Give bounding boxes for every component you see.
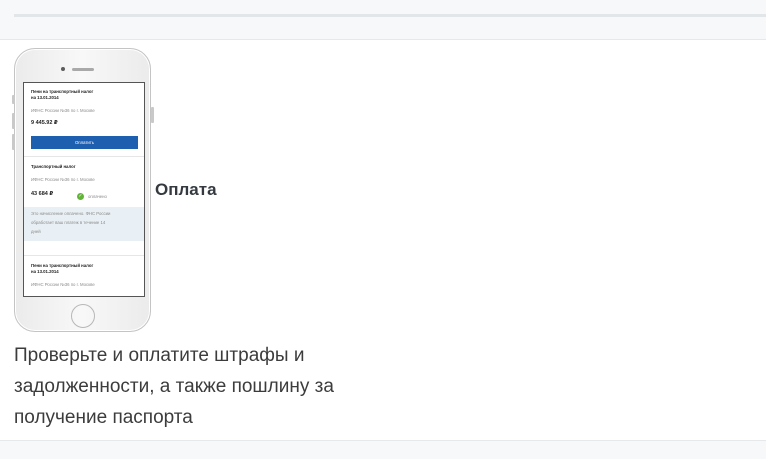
check-icon: ✓ [77,193,84,200]
top-section [0,0,766,40]
info-box: Это начисление оплачено. ФНС России обра… [24,207,144,241]
card3-title-line1: Пени на транспортный налог [31,263,94,268]
phone-volume-down [12,134,15,150]
top-divider-bar [14,14,766,17]
phone-speaker [72,68,94,71]
phone-mute-switch [12,95,15,104]
pay-button: Оплатить [31,136,138,149]
card1-amount: 9 445.92 ₽ [31,120,58,126]
phone-illustration: Пени на транспортный налог на 13.01.2014… [12,48,154,332]
bottom-section [0,440,766,459]
card2-title: Транспортный налог [31,164,76,169]
note-line3: дней [31,229,41,234]
card2-org: ИФНС России №36 по г. Москве [31,177,95,182]
card1-org: ИФНС России №36 по г. Москве [31,108,95,113]
card3-title-line2: на 13.01.2014 [31,269,59,274]
card1-title-line2: на 13.01.2014 [31,95,59,100]
note-line2: обработает ваш платеж в течение 14 [31,220,106,225]
feature-title: Оплата [155,180,217,199]
feature-description: Проверьте и оплатите штрафы и задолженно… [14,345,334,428]
section-border [0,39,766,40]
card2-status: оплачено [88,194,107,199]
phone-power-button [151,107,154,123]
card2-amount: 43 684 ₽ [31,191,54,197]
phone-volume-up [12,113,15,129]
card3-org: ИФНС России №36 по г. Москве [31,282,95,287]
phone-screen: Пени на транспортный налог на 13.01.2014… [23,82,145,297]
phone-home-button [71,304,95,328]
card1-title-line1: Пени на транспортный налог [31,89,94,94]
note-line1: Это начисление оплачено. ФНС России [31,211,111,216]
screen-separator [24,255,144,256]
screen-separator [24,156,144,157]
phone-camera [61,67,65,71]
